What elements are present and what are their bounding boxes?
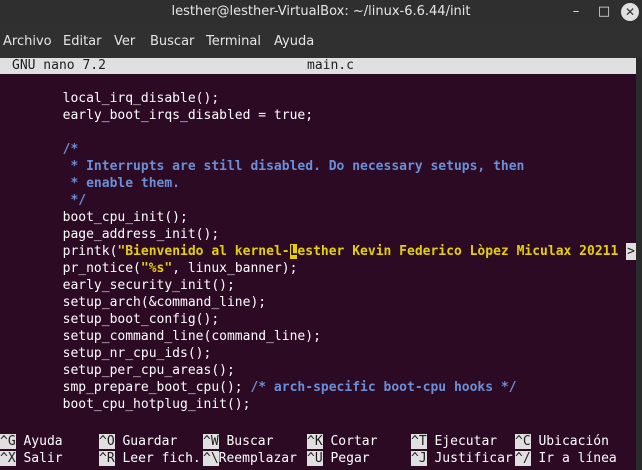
menu-bar: Archivo Editar Ver Buscar Terminal Ayuda [0, 24, 642, 58]
shortcut-label: Justificar [434, 451, 513, 466]
shortcut-save[interactable]: ^O Guardar [99, 433, 177, 450]
menu-archivo[interactable]: Archivo [3, 34, 52, 49]
shortcut-label: Leer fich. [122, 451, 201, 466]
shortcut-paste[interactable]: ^U Pegar [307, 450, 370, 467]
shortcut-key: ^J [411, 451, 427, 466]
shortcut-key: ^\ [203, 451, 219, 466]
shortcut-read-file[interactable]: ^R Leer fich. [99, 450, 201, 467]
shortcut-key: ^/ [515, 451, 531, 466]
code-line: early_security_init(); [0, 278, 235, 293]
menu-ayuda[interactable]: Ayuda [274, 34, 314, 49]
shortcut-exit[interactable]: ^X Salir [0, 450, 63, 467]
shortcut-key: ^C [515, 434, 531, 449]
nano-title-bar: GNU nano 7.2 main.c [0, 58, 636, 74]
nano-filename: main.c [307, 58, 354, 73]
minimize-icon[interactable]: – [567, 3, 585, 21]
menu-terminal[interactable]: Terminal [206, 34, 261, 49]
shortcut-key: ^G [0, 434, 16, 449]
shortcut-label: Ejecutar [434, 434, 498, 449]
shortcut-key: ^R [99, 451, 115, 466]
shortcut-replace[interactable]: ^\Reemplazar [203, 450, 297, 467]
code-line: pr_notice("%s", linux_banner); [0, 260, 298, 277]
window-titlebar: lesther@lesther-VirtualBox: ~/linux-6.6.… [0, 0, 642, 24]
shortcut-justify[interactable]: ^J Justificar [411, 450, 513, 467]
code-line: page_address_init(); [0, 227, 220, 242]
code-line: setup_nr_cpu_ids(); [0, 346, 212, 361]
shortcut-search[interactable]: ^W Buscar [203, 433, 273, 450]
shortcut-label: Guardar [122, 434, 178, 449]
menu-buscar[interactable]: Buscar [150, 34, 194, 49]
close-icon[interactable]: ✕ [621, 3, 639, 21]
code-comment: /* arch-specific boot-cpu hooks */ [250, 380, 517, 395]
code-line-printk: printk("Bienvenido al kernel-Lesther Kev… [0, 243, 618, 260]
code-text: pr_notice( [0, 261, 141, 276]
code-line: early_boot_irqs_disabled = true; [0, 108, 314, 123]
code-line: setup_arch(&command_line); [0, 295, 267, 310]
shortcut-location[interactable]: ^C Ubicación [515, 433, 609, 450]
code-text: , linux_banner); [172, 261, 298, 276]
shortcut-label: Buscar [226, 434, 274, 449]
nano-version: GNU nano 7.2 [12, 58, 106, 73]
shortcut-label: Cortar [330, 434, 378, 449]
code-comment: /* [0, 142, 79, 157]
shortcut-label: Ubicación [538, 434, 609, 449]
shortcut-key: ^X [0, 451, 16, 466]
code-line: setup_command_line(command_line); [0, 329, 321, 344]
menu-ver[interactable]: Ver [114, 34, 135, 49]
line-overflow-marker: > [626, 243, 636, 260]
code-comment: * Interrupts are still disabled. Do nece… [0, 159, 525, 174]
code-line: local_irq_disable(); [0, 91, 220, 106]
shortcut-goto-line[interactable]: ^/ Ir a línea [515, 450, 617, 467]
shortcut-key: ^O [99, 434, 115, 449]
code-line: setup_boot_config(); [0, 312, 220, 327]
code-line: boot_cpu_init(); [0, 210, 188, 225]
nano-shortcut-bar: ^G Ayuda ^O Guardar ^W Buscar ^K Cortar … [0, 430, 636, 470]
menu-editar[interactable]: Editar [63, 34, 102, 49]
code-string: esther Kevin Federico Lòpez Miculax 2021… [297, 244, 619, 259]
shortcut-key: ^K [307, 434, 323, 449]
code-line: setup_per_cpu_areas(); [0, 363, 235, 378]
shortcut-label: Pegar [330, 451, 370, 466]
code-text: smp_prepare_boot_cpu(); [0, 380, 251, 395]
shortcut-key: ^U [307, 451, 323, 466]
shortcut-help[interactable]: ^G Ayuda [0, 433, 63, 450]
code-string: "%s" [140, 261, 173, 276]
shortcut-key: ^T [411, 434, 427, 449]
shortcut-execute[interactable]: ^T Ejecutar [411, 433, 497, 450]
shortcut-key: ^W [203, 434, 219, 449]
shortcut-label: Reemplazar [218, 451, 297, 466]
shortcut-label: Ir a línea [538, 451, 617, 466]
code-string: "Bienvenido al kernel- [117, 244, 290, 259]
shortcut-cut[interactable]: ^K Cortar [307, 433, 377, 450]
maximize-icon[interactable]: □ [595, 3, 613, 21]
code-text: printk( [0, 244, 118, 259]
window-title: lesther@lesther-VirtualBox: ~/linux-6.6.… [171, 4, 471, 19]
code-line: boot_cpu_hotplug_init(); [0, 397, 251, 412]
code-comment: */ [0, 193, 87, 208]
shortcut-label: Salir [23, 451, 63, 466]
terminal-area[interactable]: GNU nano 7.2 main.c local_irq_disable();… [0, 58, 636, 470]
terminal-scrollbar[interactable] [636, 58, 642, 470]
shortcut-label: Ayuda [23, 434, 63, 449]
code-line: smp_prepare_boot_cpu(); /* arch-specific… [0, 379, 517, 396]
code-comment: * enable them. [0, 176, 181, 191]
